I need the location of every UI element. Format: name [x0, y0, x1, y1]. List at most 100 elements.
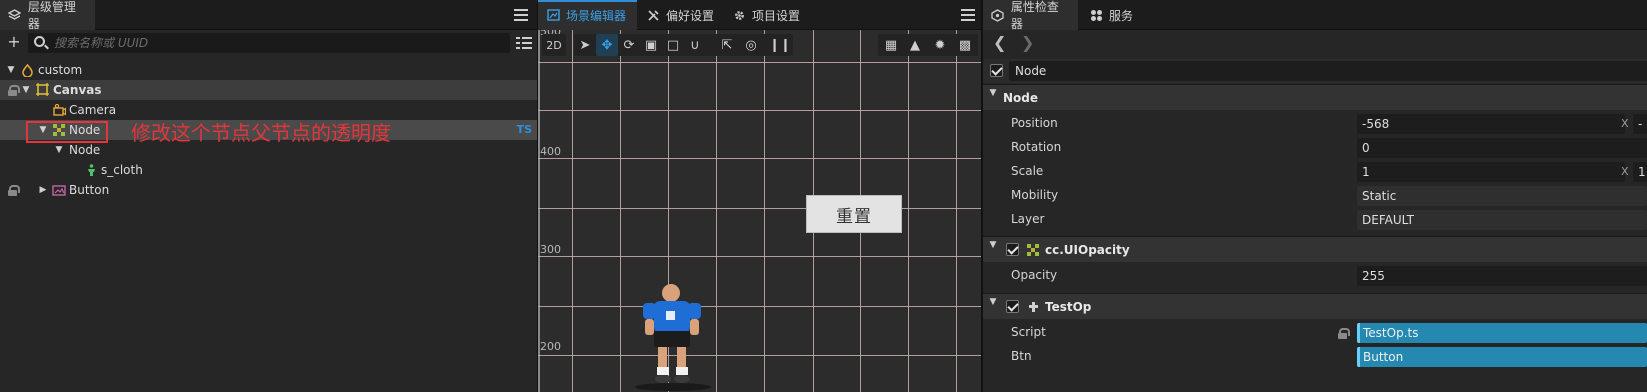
hierarchy-panel: 层级管理器 + ▼ custom	[0, 0, 537, 392]
select-tool-icon[interactable]: ➤	[574, 34, 596, 56]
rotate-tool-icon[interactable]: ⟳	[618, 34, 640, 56]
annotation-box	[26, 121, 108, 143]
frame-icon[interactable]: ▦	[880, 34, 902, 56]
prop-rotation: Rotation 0	[983, 136, 1647, 160]
tab-scene-editor[interactable]: 场景编辑器	[538, 0, 637, 30]
tree-row-s-cloth[interactable]: s_cloth	[0, 160, 537, 180]
tree-label: Button	[69, 183, 110, 197]
chevron-down-icon[interactable]: ▼	[988, 297, 998, 317]
layer-select[interactable]: DEFAULT	[1357, 210, 1647, 230]
section-testop[interactable]: ▼ TestOp	[983, 293, 1647, 319]
scale-x-input[interactable]: 1	[1357, 162, 1625, 182]
inspector-tabbar: 属性检查器 服务	[983, 0, 1647, 31]
canvas-icon	[35, 80, 49, 100]
global-icon[interactable]: ◎	[740, 34, 762, 56]
chevron-down-icon[interactable]: ▼	[988, 88, 998, 108]
character-sprite[interactable]	[628, 283, 718, 392]
section-title: Node	[1003, 91, 1039, 105]
node-name-row: Node	[983, 59, 1647, 83]
section-node[interactable]: ▼ Node	[983, 84, 1647, 110]
tab-preferences[interactable]: 偏好设置	[638, 0, 722, 30]
position-x-input[interactable]: -568	[1357, 114, 1625, 134]
prop-mobility: Mobility Static	[983, 184, 1647, 208]
inspector-panel: 属性检查器 服务 ❮ ❯ Node ▼ Node Position -568 X…	[983, 0, 1647, 392]
uiopacity-enabled-checkbox[interactable]	[1006, 243, 1019, 256]
gear-icon	[732, 8, 746, 22]
ts-badge: TS	[516, 123, 532, 136]
search-box[interactable]	[28, 33, 510, 53]
reset-button[interactable]: 重置	[806, 195, 902, 233]
y-label-200: 200	[540, 340, 561, 353]
pivot-icon[interactable]: ⇱	[716, 34, 738, 56]
prop-label: Scale	[1011, 164, 1044, 178]
search-row: +	[0, 30, 537, 55]
chevron-down-icon[interactable]: ▼	[6, 60, 16, 80]
sort-icon[interactable]	[516, 36, 532, 50]
scale-tool-icon[interactable]: ▣	[640, 34, 662, 56]
sprite-icon	[84, 160, 98, 180]
back-arrow-icon[interactable]: ❮	[993, 33, 1006, 52]
button-icon	[52, 180, 66, 200]
scene-editor-icon	[546, 8, 560, 22]
tree-row-custom[interactable]: ▼ custom	[0, 60, 537, 80]
testop-enabled-checkbox[interactable]	[1006, 300, 1019, 313]
scene-icon	[20, 60, 34, 80]
scale-y-input[interactable]: 1	[1633, 162, 1647, 182]
rect-tool-icon[interactable]: □	[662, 34, 684, 56]
tab-label: 服务	[1109, 8, 1134, 23]
prop-label: Layer	[1011, 212, 1045, 226]
node-name-input[interactable]: Node	[1009, 61, 1647, 81]
chevron-down-icon[interactable]: ▼	[21, 80, 31, 100]
camera-view-icon[interactable]: ▲	[904, 34, 926, 56]
panel-menu-icon[interactable]	[513, 7, 529, 23]
scene-viewport[interactable]: 500 400 300 200 重置	[538, 30, 981, 392]
tree-label: Camera	[69, 103, 117, 117]
view-options-icon[interactable]: ▩	[954, 34, 976, 56]
tab-services[interactable]: 服务	[1081, 0, 1141, 30]
lock-icon	[1338, 328, 1350, 339]
prop-opacity: Opacity 255	[983, 264, 1647, 288]
mode-2d-button[interactable]: 2D	[542, 34, 566, 56]
scene-panel: 场景编辑器 偏好设置 项目设置 400 300 200 重置 2D ➤ ✥ ⟳ …	[538, 0, 981, 392]
tab-label: 场景编辑器	[566, 8, 627, 23]
tab-project-settings[interactable]: 项目设置	[724, 0, 808, 30]
position-y-input[interactable]: -	[1633, 114, 1647, 134]
tree-row-canvas[interactable]: ▼ Canvas	[0, 80, 537, 100]
align-icon[interactable]: ❙❙	[767, 34, 793, 56]
move-tool-icon[interactable]: ✥	[596, 34, 618, 56]
opacity-input[interactable]: 255	[1357, 266, 1647, 286]
component-icon	[1026, 237, 1040, 257]
tab-hierarchy[interactable]: 层级管理器	[0, 0, 95, 31]
tab-inspector[interactable]: 属性检查器	[983, 0, 1078, 31]
prop-label: Mobility	[1011, 188, 1059, 202]
chevron-right-icon[interactable]: ▶	[38, 180, 48, 200]
services-icon	[1089, 8, 1103, 22]
y-axis	[538, 30, 540, 392]
tree-row-button[interactable]: ▶ Button	[0, 180, 537, 200]
lock-icon[interactable]	[8, 185, 20, 196]
script-field[interactable]: TestOp.ts	[1357, 323, 1647, 343]
panel-menu-icon[interactable]	[960, 7, 976, 23]
chevron-down-icon[interactable]: ▼	[988, 240, 998, 260]
search-input[interactable]	[54, 33, 494, 53]
forward-arrow-icon[interactable]: ❯	[1021, 33, 1034, 52]
chevron-down-icon[interactable]: ▼	[54, 140, 64, 160]
add-node-button[interactable]: +	[5, 33, 23, 51]
node-active-checkbox[interactable]	[990, 64, 1003, 77]
snap-tool-icon[interactable]: ∪	[684, 34, 706, 56]
mobility-select[interactable]: Static	[1357, 186, 1647, 206]
annotation-text: 修改这个节点父节点的透明度	[131, 121, 391, 145]
rotation-input[interactable]: 0	[1357, 138, 1647, 158]
btn-field[interactable]: Button	[1357, 347, 1647, 367]
inspector-icon	[991, 8, 1005, 22]
axis-label: X	[1621, 165, 1629, 178]
settings-icon[interactable]: ✹	[929, 34, 951, 56]
tree-label: s_cloth	[101, 163, 143, 177]
lock-icon[interactable]	[8, 85, 20, 96]
section-uiopacity[interactable]: ▼ cc.UIOpacity	[983, 236, 1647, 262]
prop-position: Position -568 X -	[983, 112, 1647, 136]
hierarchy-tabbar: 层级管理器	[0, 0, 537, 31]
tab-label: 项目设置	[752, 8, 801, 23]
search-icon	[34, 36, 45, 47]
tree-label: Canvas	[53, 83, 102, 97]
